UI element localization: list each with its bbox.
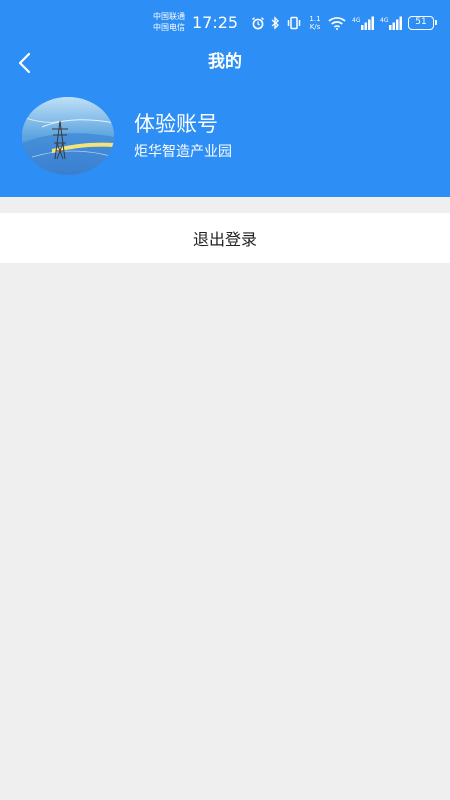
carrier-1: 中国联通 <box>153 12 185 21</box>
wifi-icon <box>328 16 346 30</box>
vibrate-icon <box>286 16 302 30</box>
signal-icon: 4G <box>352 16 374 30</box>
status-bar: 中国联通 中国电信 17:25 1.1 K/s 4G 4G 51 <box>0 0 450 44</box>
organization-name: 炬华智造产业园 <box>134 144 232 160</box>
network-speed: 1.1 K/s <box>309 15 321 31</box>
carrier-2: 中国电信 <box>153 23 185 32</box>
avatar <box>22 97 114 175</box>
signal-2-tech: 4G <box>380 17 389 24</box>
carrier-info: 中国联通 中国电信 <box>153 11 185 33</box>
page-title: 我的 <box>208 52 242 72</box>
status-icons: 1.1 K/s 4G 4G 51 <box>251 13 437 33</box>
signal-icon: 4G <box>380 16 402 30</box>
logout-button[interactable]: 退出登录 <box>0 213 450 263</box>
signal-1-tech: 4G <box>352 17 361 24</box>
clock: 17:25 <box>192 13 239 32</box>
alarm-icon <box>251 16 265 30</box>
account-name: 体验账号 <box>134 112 218 136</box>
logout-label: 退出登录 <box>192 230 257 249</box>
back-arrow-icon <box>18 52 31 74</box>
bluetooth-icon <box>271 16 280 30</box>
battery-icon: 51 <box>408 16 437 30</box>
header: 中国联通 中国电信 17:25 1.1 K/s 4G 4G 51 我的 体验账号… <box>0 0 450 197</box>
back-button[interactable] <box>10 48 40 78</box>
